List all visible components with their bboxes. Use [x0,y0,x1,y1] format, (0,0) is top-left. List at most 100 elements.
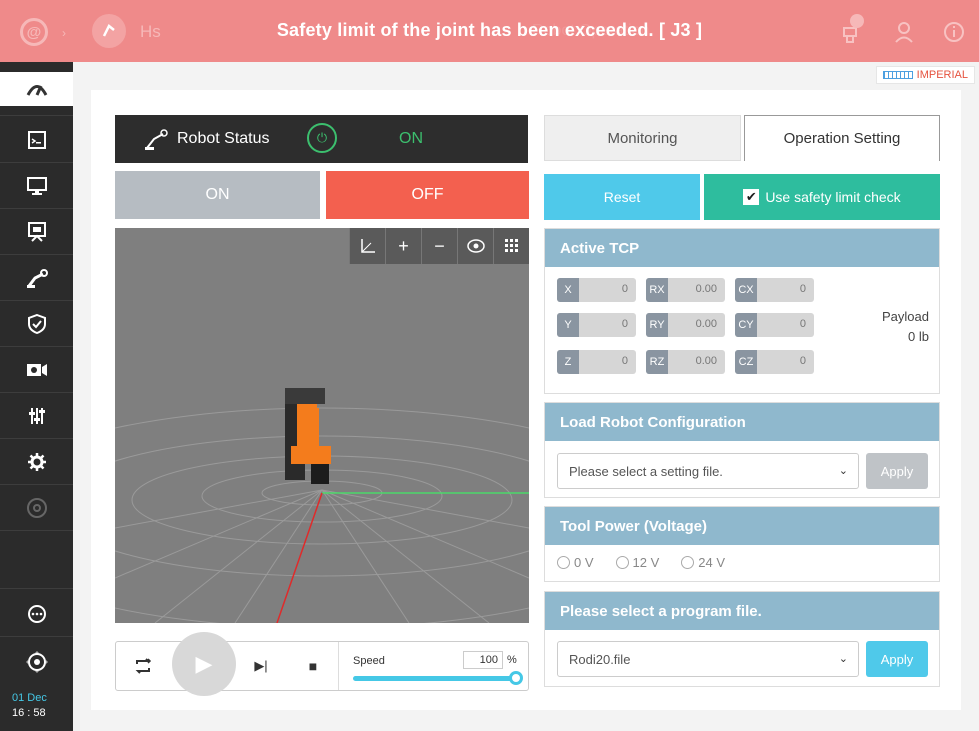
voltage-options: 0 V 12 V 24 V [557,555,725,570]
speed-slider-track[interactable] [353,676,517,681]
tcp-cx-field[interactable]: CX 0 [735,278,814,302]
terminal-icon [27,131,46,149]
speed-input[interactable]: 100 [463,651,503,669]
tool-power-panel: Tool Power (Voltage) 0 V 12 V 24 V [544,506,940,582]
robot-arm-icon [26,269,48,288]
grid-icon[interactable] [493,228,529,264]
sidebar-item-teach[interactable] [0,210,73,254]
play-button[interactable]: ▶ [172,632,236,696]
voltage-24v-option[interactable]: 24 V [681,555,725,570]
safety-alert-message: Safety limit of the joint has been excee… [276,20,703,40]
active-tcp-title: Active TCP [545,229,939,267]
tcp-z-field[interactable]: Z0 [557,350,636,374]
robot-3d-viewer[interactable]: + − [115,228,529,623]
sidebar-item-jog[interactable] [0,640,73,684]
speed-control: Speed 100 % [338,642,528,690]
teach-pendant-icon [27,222,46,242]
active-tcp-panel: Active TCP X0 RX 0.00 CX 0 Y0 RY 0.00 CY 0 Z… [544,228,940,394]
voltage-0v-option[interactable]: 0 V [557,555,594,570]
program-file-panel: Please select a program file. Rodi20.fil… [544,591,940,687]
sidebar-item-disk[interactable] [0,486,73,530]
robot-status-bar: Robot Status ⏻ ON [115,115,528,163]
sidebar-item-program[interactable] [0,118,73,162]
program-file-select[interactable]: Rodi20.file ⌄ [557,641,859,677]
monitor-icon [26,177,47,195]
radio-icon [557,556,570,569]
radio-icon [615,556,629,569]
setting-file-select[interactable]: Please select a setting file. ⌄ [557,453,859,489]
sliders-icon [28,408,45,424]
program-file-value: Rodi20.file [569,652,631,667]
load-config-panel: Load Robot Configuration Please select a… [544,402,940,498]
apply-program-button[interactable]: Apply [866,641,928,677]
tcp-rx-field[interactable]: RX 0.00 [646,278,725,302]
units-badge[interactable]: IMPERIAL [875,66,975,84]
stop-icon[interactable]: ■ [298,642,328,690]
jog-dial-icon [25,651,48,673]
info-icon[interactable] [940,18,968,46]
repeat-icon[interactable] [128,642,158,690]
gear-icon [27,453,46,471]
power-icon: ⏻ [307,123,337,153]
axis-icon[interactable] [349,228,385,264]
time-label: 16 : 58 [12,707,46,719]
viewer-toolbar: + − [349,228,529,264]
sidebar-item-settings[interactable] [0,440,73,484]
zoom-in-icon[interactable]: + [385,228,421,264]
payload-label: Payload [882,309,929,324]
tcp-x-field[interactable]: X0 [557,278,636,302]
program-player: ▶ ▶| ■ Speed 100 % [115,632,529,696]
sidebar-item-robot[interactable] [0,256,73,300]
user-icon[interactable] [890,18,918,46]
chevron-down-icon: ⌄ [838,653,848,665]
tab-monitoring[interactable]: Monitoring [544,115,741,161]
tcp-cz-field[interactable]: CZ 0 [735,350,814,374]
use-safety-limit-label: Use safety limit check [765,189,901,205]
eye-icon[interactable] [457,228,493,264]
apply-config-button[interactable]: Apply [866,453,928,489]
camera-icon [26,364,47,376]
sidebar: 01 Dec 16 : 58 [0,62,73,731]
ruler-icon [882,71,913,79]
tcp-cy-field[interactable]: CY 0 [735,313,814,337]
content-card: Robot Status ⏻ ON ON OFF + − ▶ ▶| ■ Spee… [91,90,961,710]
speed-label: Speed [353,655,385,667]
sidebar-item-sliders[interactable] [0,394,73,438]
power-off-button[interactable]: OFF [326,171,529,219]
main-area: IMPERIAL Robot Status ⏻ ON ON OFF + − ▶ … [73,62,979,731]
sidebar-item-safety[interactable] [0,302,73,346]
payload-display: Payload 0 lb [882,307,929,347]
speed-unit: % [507,654,517,666]
use-safety-limit-toggle[interactable]: ✔ Use safety limit check [704,174,940,220]
tool-power-title: Tool Power (Voltage) [545,507,939,545]
payload-value: 0 lb [908,329,929,344]
tcp-y-field[interactable]: Y0 [557,313,636,337]
radio-icon [681,556,695,569]
tcp-ry-field[interactable]: RY 0.00 [646,313,725,337]
tcp-rz-field[interactable]: RZ 0.00 [646,350,725,374]
tab-operation-setting[interactable]: Operation Setting [744,115,940,161]
disk-icon [26,498,47,518]
robot-3d-scene [115,388,529,623]
speed-slider-handle[interactable] [509,671,523,685]
sidebar-item-camera[interactable] [0,348,73,392]
units-label: IMPERIAL [916,69,968,81]
sidebar-item-dashboard[interactable] [0,72,73,106]
checkbox-checked-icon[interactable]: ✔ [743,189,760,205]
step-forward-icon[interactable]: ▶| [246,642,276,690]
robot-arm-icon [143,127,169,154]
zoom-out-icon[interactable]: − [421,228,457,264]
top-bar: @ › Hs Robot Operation Safety limit of t… [0,0,979,62]
robot-status-label: Robot Status [177,130,270,147]
shield-icon [27,314,46,334]
alarm-icon[interactable] [836,14,864,46]
voltage-12v-option[interactable]: 12 V [615,555,659,570]
robot-status-value: ON [399,130,423,147]
date-time: 01 Dec 16 : 58 [0,691,73,731]
power-on-button[interactable]: ON [115,171,320,219]
date-label: 01 Dec [12,692,47,704]
notification-badge [850,14,864,28]
reset-button[interactable]: Reset [544,174,700,220]
sidebar-item-monitor[interactable] [0,164,73,208]
sidebar-item-chat[interactable] [0,592,73,636]
